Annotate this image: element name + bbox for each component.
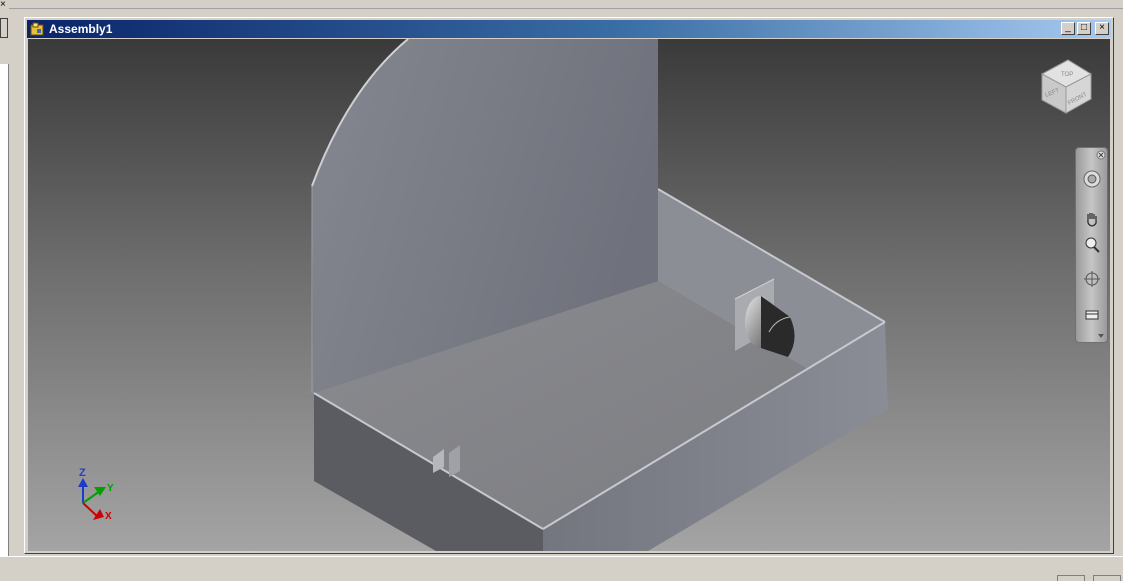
pan-hand-icon[interactable]	[1083, 210, 1101, 228]
status-bar	[0, 556, 1123, 581]
minimize-button[interactable]: _	[1061, 22, 1075, 35]
axis-x-label: X	[105, 511, 112, 522]
minimize-icon: _	[1065, 22, 1071, 33]
assembly-doc-icon	[30, 22, 44, 36]
steering-wheel-icon[interactable]	[1083, 170, 1101, 188]
chevron-down-icon[interactable]	[1097, 332, 1105, 340]
left-panel-edge: ×	[0, 0, 9, 579]
axis-triad: Z Y X	[78, 467, 114, 522]
model-canvas[interactable]: Z Y X TOP LEFT FRONT	[28, 39, 1110, 551]
axis-y-label: Y	[107, 483, 114, 494]
panel-close-icon[interactable]: ×	[0, 0, 6, 10]
browser-pane-edge	[0, 64, 9, 564]
top-toolbar-edge	[9, 0, 1123, 9]
status-tab[interactable]	[1093, 575, 1121, 581]
window-titlebar[interactable]: Assembly1 _ □ ×	[27, 20, 1111, 38]
window-title: Assembly1	[49, 22, 113, 36]
graphics-viewport[interactable]: Z Y X TOP LEFT FRONT	[28, 39, 1110, 551]
axis-z-label: Z	[79, 467, 86, 479]
close-button[interactable]: ×	[1095, 22, 1109, 35]
look-at-icon[interactable]	[1083, 306, 1101, 324]
assembly-window: Assembly1 _ □ × Z Y X TOP LEFT FRONT	[24, 17, 1114, 554]
viewcube-top-label[interactable]: TOP	[1061, 72, 1073, 78]
viewcube[interactable]: TOP LEFT FRONT	[1040, 59, 1093, 114]
close-icon: ×	[1099, 22, 1105, 33]
orbit-icon[interactable]	[1083, 270, 1101, 288]
status-tab[interactable]	[1057, 575, 1085, 581]
restore-button[interactable]: □	[1077, 22, 1091, 35]
restore-icon: □	[1080, 22, 1088, 33]
close-icon[interactable]	[1096, 150, 1106, 160]
panel-button[interactable]	[0, 18, 8, 38]
navigation-bar	[1075, 147, 1108, 343]
zoom-icon[interactable]	[1083, 236, 1101, 254]
